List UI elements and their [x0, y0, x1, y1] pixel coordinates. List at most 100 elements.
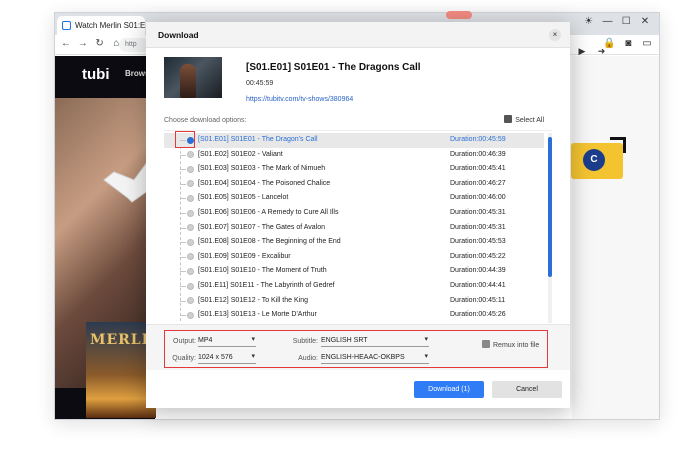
episode-row[interactable]: [S01.E06] S01E06 - A Remedy to Cure All … — [164, 206, 544, 221]
video-title: [S01.E01] S01E01 - The Dragons Call — [246, 62, 421, 73]
browser-tab[interactable]: Watch Merlin S01:E01 — [57, 16, 145, 35]
back-icon[interactable]: ← — [59, 38, 73, 49]
episode-duration: Duration:00:45:26 — [450, 311, 506, 319]
episode-row[interactable]: [S01.E01] S01E01 - The Dragon's Call Dura… — [164, 133, 544, 148]
dialog-title: Download — [158, 30, 199, 40]
episode-title: [S01.E08] S01E08 - The Beginning of the … — [198, 238, 341, 246]
nav-controls: ← → ↻ ⌂ — [59, 38, 123, 49]
radio-button-icon[interactable] — [187, 194, 194, 202]
episode-row[interactable]: [S01.E07] S01E07 - The Gates of Avalon Du… — [164, 221, 544, 236]
radio-button-icon[interactable] — [187, 180, 194, 188]
tree-branch — [180, 227, 186, 229]
episode-title: [S01.E01] S01E01 - The Dragon's Call — [198, 136, 318, 143]
episode-title: [S01.E02] S01E02 - Valiant — [198, 150, 283, 158]
cancel-button[interactable]: Cancel — [492, 381, 562, 398]
sidebar-icon[interactable]: ▭ — [639, 38, 655, 49]
episode-row[interactable]: [S01.E10] S01E10 - The Moment of Truth Du… — [164, 264, 544, 279]
maximize-icon[interactable]: ☐ — [618, 16, 634, 27]
episode-row[interactable]: [S01.E03] S01E03 - The Mark of Nimueh Dur… — [164, 162, 544, 177]
download-button[interactable]: Download (1) — [414, 381, 484, 398]
app-logo-mark-icon: C — [583, 149, 605, 171]
quality-value: 1024 x 576 — [198, 354, 233, 361]
episode-title: [S01.E09] S01E09 - Excalibur — [198, 252, 291, 260]
address-bar[interactable]: http — [119, 38, 149, 52]
chevron-down-icon: ▾ — [424, 353, 428, 360]
tubi-logo[interactable]: tubi — [82, 66, 110, 83]
episode-row[interactable]: [S01.E09] S01E09 - Excalibur Duration:00:… — [164, 250, 544, 265]
window-controls: ☀ — ☐ ✕ — [581, 16, 653, 27]
notification-badge — [446, 11, 472, 19]
episode-row[interactable]: [S01.E08] S01E08 - The Beginning of the … — [164, 235, 544, 250]
youtube-icon[interactable]: ▶ — [574, 46, 591, 57]
camera-icon[interactable]: ◙ — [620, 38, 636, 49]
episode-duration: Duration:00:45:11 — [450, 296, 506, 304]
brightness-icon[interactable]: ☀ — [581, 16, 597, 27]
video-url-link[interactable]: https://tubitv.com/tv-shows/380964 — [246, 96, 353, 103]
tree-branch — [180, 183, 186, 185]
radio-button-icon[interactable] — [187, 238, 194, 246]
episode-row[interactable]: [S01.E12] S01E12 - To Kill the King Durat… — [164, 294, 544, 309]
output-label: Output: — [173, 338, 196, 345]
audio-label: Audio: — [298, 355, 318, 362]
list-scrollbar-thumb[interactable] — [548, 137, 552, 277]
episode-row[interactable]: [S01.E05] S01E05 - Lancelot Duration:00:4… — [164, 191, 544, 206]
episode-title: [S01.E06] S01E06 - A Remedy to Cure All … — [198, 209, 339, 216]
remux-label: Remux into file — [493, 342, 540, 349]
tree-branch — [180, 271, 186, 273]
episode-duration: Duration:00:44:41 — [450, 282, 506, 289]
episode-title: [S01.E07] S01E07 - The Gates of Avalon — [198, 223, 325, 231]
tree-branch — [180, 286, 186, 287]
episode-duration: Duration:00:46:39 — [450, 150, 506, 158]
reload-icon[interactable]: ↻ — [93, 38, 107, 49]
chevron-down-icon: ▾ — [251, 336, 255, 343]
radio-button-icon[interactable] — [187, 165, 194, 173]
radio-button-icon[interactable] — [187, 253, 194, 261]
subtitle-value: ENGLISH SRT — [321, 337, 368, 344]
remux-checkbox[interactable]: Remux into file — [482, 340, 539, 349]
episode-list: [S01.E01] S01E01 - The Dragon's Call Dura… — [164, 130, 552, 325]
episode-duration: Duration:00:45:31 — [450, 223, 506, 231]
chevron-down-icon: ▾ — [251, 353, 255, 360]
episode-duration: Duration:00:46:27 — [450, 179, 506, 187]
select-all-checkbox[interactable]: Select All — [504, 115, 544, 124]
radio-button-icon[interactable] — [187, 209, 194, 217]
episode-row[interactable]: [S01.E13] S01E13 - Le Morte D'Arthur Dura… — [164, 308, 544, 323]
output-select[interactable]: MP4 ▾ — [198, 335, 256, 347]
radio-button-icon[interactable] — [187, 151, 194, 159]
audio-value: ENGLISH-HEAAC-OKBPS — [321, 354, 405, 361]
forward-icon[interactable]: → — [76, 38, 90, 49]
arrow-icon[interactable]: ➜ — [593, 46, 610, 57]
episode-row[interactable]: [S01.E11] S01E11 - The Labyrinth of Gedr… — [164, 279, 544, 294]
episode-row[interactable]: [S01.E02] S01E02 - Valiant Duration:00:46… — [164, 148, 544, 163]
checkbox-icon — [482, 340, 490, 348]
episode-duration: Duration:00:45:59 — [450, 136, 506, 143]
audio-select[interactable]: ENGLISH-HEAAC-OKBPS ▾ — [321, 352, 429, 364]
tree-branch — [180, 198, 186, 200]
quality-select[interactable]: 1024 x 576 ▾ — [198, 352, 256, 364]
output-value: MP4 — [198, 337, 213, 344]
tree-branch — [180, 256, 186, 258]
select-all-label: Select All — [515, 117, 544, 124]
thumbnail-figure — [180, 64, 196, 98]
tree-branch — [180, 242, 186, 244]
quality-label: Quality: — [172, 355, 196, 362]
tree-branch — [180, 315, 186, 317]
radio-button-icon[interactable] — [187, 267, 194, 275]
radio-button-icon[interactable] — [187, 224, 194, 232]
radio-button-icon[interactable] — [187, 282, 194, 290]
dialog-header: Download × — [146, 22, 570, 48]
tree-branch — [180, 169, 186, 171]
favicon-icon — [62, 21, 71, 30]
close-window-icon[interactable]: ✕ — [637, 16, 653, 27]
radio-button-icon[interactable] — [187, 311, 194, 319]
episode-duration: Duration:00:45:31 — [450, 209, 506, 216]
close-icon[interactable]: × — [549, 29, 561, 41]
episode-row[interactable]: [S01.E04] S01E04 - The Poisoned Chalice D… — [164, 177, 544, 192]
choose-options-label: Choose download options: — [164, 117, 247, 124]
tab-title: Watch Merlin S01:E01 — [75, 21, 145, 30]
chevron-down-icon: ▾ — [424, 336, 428, 343]
radio-button-icon[interactable] — [187, 297, 194, 305]
video-duration: 00:45:59 — [246, 80, 274, 87]
minimize-icon[interactable]: — — [599, 16, 615, 27]
subtitle-select[interactable]: ENGLISH SRT ▾ — [321, 335, 429, 347]
